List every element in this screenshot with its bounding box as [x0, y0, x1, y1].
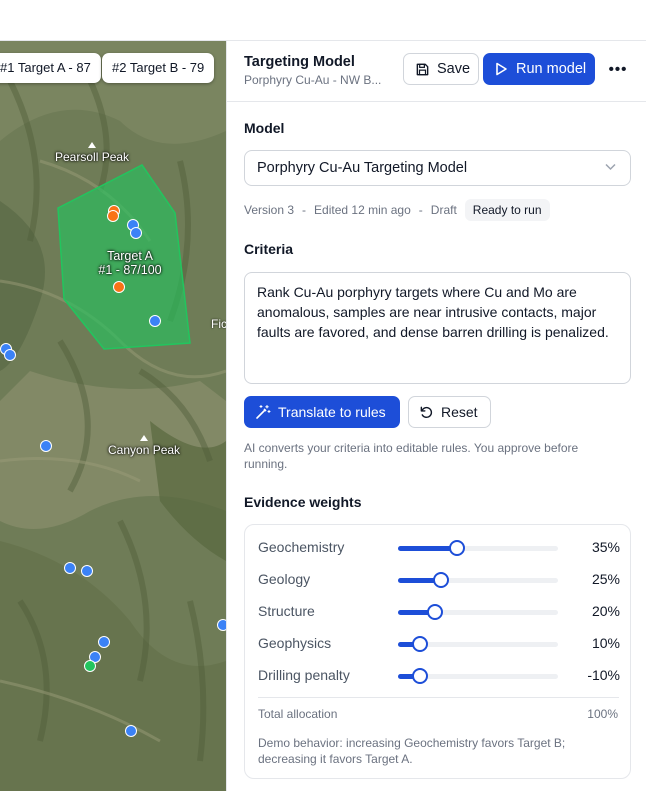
weight-row-drilling-penalty: Drilling penalty -10% [258, 664, 620, 688]
top-bar [0, 0, 646, 41]
target-a-chip[interactable]: #1 Target A - 87 [0, 53, 101, 83]
sample-point[interactable] [64, 562, 76, 574]
peak-icon [88, 142, 97, 148]
weight-value: 25% [591, 571, 620, 587]
model-meta: Version 3 - Edited 12 min ago - Draft Re… [244, 198, 550, 222]
sample-point[interactable] [149, 315, 161, 327]
sample-point[interactable] [125, 725, 137, 737]
model-select-value: Porphyry Cu-Au Targeting Model [257, 160, 468, 176]
model-section-label: Model [244, 120, 285, 136]
peak-name: Canyon Peak [108, 443, 181, 457]
peak-icon [140, 435, 149, 441]
more-icon: ••• [608, 60, 628, 78]
model-select[interactable]: Porphyry Cu-Au Targeting Model [244, 150, 631, 186]
magic-wand-icon [256, 404, 271, 419]
weight-slider-thumb[interactable] [412, 668, 429, 684]
sample-point[interactable] [107, 210, 119, 222]
weight-value: 35% [591, 539, 620, 555]
reset-icon [420, 406, 433, 418]
map-view[interactable]: #1 Target A - 87 #2 Target B - 79 Pearso… [0, 41, 226, 791]
canyon-peak-label: Canyon Peak [108, 435, 180, 457]
chevron-down-icon [605, 163, 616, 171]
weight-slider-track[interactable] [398, 636, 558, 652]
panel-header: Targeting Model Porphyry Cu-Au - NW B...… [227, 41, 646, 102]
weight-slider-thumb[interactable] [433, 572, 450, 588]
translate-label: Translate to rules [278, 404, 386, 420]
weights-divider [258, 697, 619, 698]
criteria-section-label: Criteria [244, 241, 294, 257]
sample-point[interactable] [81, 565, 93, 577]
sample-point[interactable] [40, 440, 52, 452]
weight-label: Structure [258, 603, 315, 619]
weight-slider-thumb[interactable] [426, 604, 443, 620]
demo-behavior-note: Demo behavior: increasing Geochemistry f… [258, 736, 566, 766]
sample-point[interactable] [113, 281, 125, 293]
reset-button[interactable]: Reset [408, 396, 491, 428]
meta-separator: - [418, 203, 423, 217]
total-allocation-value: 100% [587, 707, 618, 721]
save-button[interactable]: Save [403, 53, 479, 85]
weight-label: Geochemistry [258, 539, 345, 555]
evidence-weights-card: Geochemistry 35% Geology 25% Structure 2… [244, 524, 631, 779]
save-icon [416, 63, 429, 75]
target-a-score: #1 - 87/100 [98, 263, 162, 277]
target-a-name: Target A [107, 249, 153, 263]
weight-value: 10% [591, 635, 620, 651]
sample-point[interactable] [217, 619, 226, 631]
weight-row-geochemistry: Geochemistry 35% [258, 536, 620, 560]
panel-subtitle: Porphyry Cu-Au - NW B... [244, 73, 382, 87]
weight-label: Geology [258, 571, 311, 587]
play-icon [496, 62, 507, 76]
translate-helper-text: AI converts your criteria into editable … [244, 441, 579, 471]
weight-slider-thumb[interactable] [449, 540, 466, 556]
sample-point[interactable] [4, 349, 16, 361]
weight-slider-thumb[interactable] [412, 636, 429, 652]
edited-text: Edited 12 min ago [314, 203, 411, 217]
translate-to-rules-button[interactable]: Translate to rules [244, 396, 400, 428]
weight-row-geophysics: Geophysics 10% [258, 632, 620, 656]
status-badge: Ready to run [464, 199, 550, 221]
weight-label: Drilling penalty [258, 667, 350, 683]
weight-slider-track[interactable] [398, 572, 558, 588]
more-options-button[interactable]: ••• [605, 53, 631, 85]
weight-slider-track[interactable] [398, 540, 558, 556]
version-text: Version 3 [244, 203, 295, 217]
targeting-panel: Targeting Model Porphyry Cu-Au - NW B...… [226, 41, 646, 791]
sample-point[interactable] [130, 227, 142, 239]
draft-text: Draft [430, 203, 457, 217]
target-b-chip[interactable]: #2 Target B - 79 [102, 53, 215, 83]
run-label: Run model [516, 61, 587, 77]
save-label: Save [437, 61, 471, 77]
weight-value: -10% [587, 667, 620, 683]
peak-name: Pearsoll Peak [55, 150, 130, 164]
map-edge-label: Fic [211, 317, 226, 331]
panel-title: Targeting Model [244, 54, 355, 70]
weights-section-label: Evidence weights [244, 494, 362, 510]
total-allocation-label: Total allocation [258, 707, 338, 721]
weight-label: Geophysics [258, 635, 332, 651]
target-a-label: Target A #1 - 87/100 [92, 249, 168, 277]
sample-point[interactable] [84, 660, 96, 672]
meta-separator: - [302, 203, 307, 217]
sample-point[interactable] [98, 636, 110, 648]
criteria-textarea[interactable]: Rank Cu-Au porphyry targets where Cu and… [244, 272, 631, 384]
weight-row-structure: Structure 20% [258, 600, 620, 624]
run-model-button[interactable]: Run model [483, 53, 595, 85]
weight-slider-track[interactable] [398, 668, 558, 684]
weight-value: 20% [591, 603, 620, 619]
reset-label: Reset [441, 404, 478, 420]
pearsoll-peak-label: Pearsoll Peak [55, 142, 129, 164]
weight-slider-track[interactable] [398, 604, 558, 620]
weight-row-geology: Geology 25% [258, 568, 620, 592]
